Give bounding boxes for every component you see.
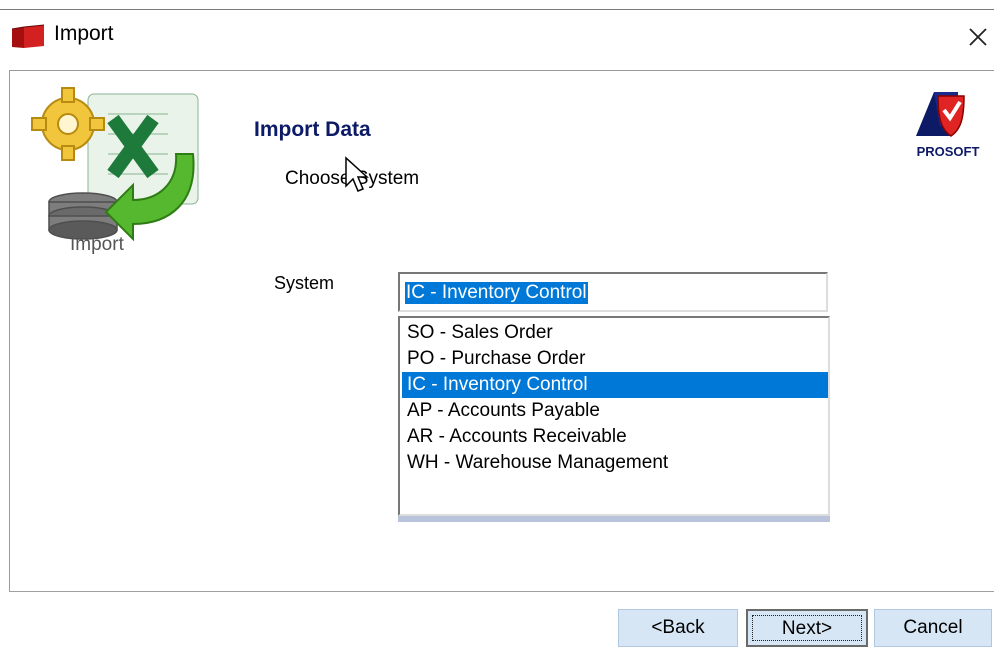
app-icon [11, 24, 45, 48]
next-button-label: Next> [781, 618, 833, 639]
import-image: Import [31, 87, 199, 254]
window-title: Import [54, 22, 114, 45]
list-item-selected[interactable]: IC - Inventory Control [402, 372, 828, 398]
divider [9, 591, 994, 592]
logo-text: PROSOFT [917, 144, 980, 159]
listbox-bottom-bar [398, 516, 830, 522]
list-item[interactable]: AR - Accounts Receivable [402, 424, 828, 450]
mouse-cursor-icon [345, 156, 369, 192]
list-item[interactable]: WH - Warehouse Management [402, 450, 828, 476]
system-combobox-value: IC - Inventory Control [405, 282, 588, 304]
close-icon[interactable] [965, 21, 991, 51]
system-label: System [274, 273, 335, 293]
page-heading: Import Data [254, 118, 371, 141]
next-button[interactable]: Next> [746, 609, 868, 647]
list-item[interactable]: PO - Purchase Order [402, 346, 828, 372]
prosoft-logo: PROSOFT [916, 92, 980, 159]
back-button[interactable]: <Back [618, 609, 738, 647]
back-button-label: <Back [651, 617, 705, 638]
system-combobox[interactable]: IC - Inventory Control [398, 272, 828, 312]
system-listbox[interactable]: SO - Sales Order PO - Purchase Order IC … [398, 316, 830, 516]
title-bar [0, 10, 994, 66]
cancel-button[interactable]: Cancel [874, 609, 992, 647]
list-item[interactable]: SO - Sales Order [402, 320, 828, 346]
import-caption: Import [70, 234, 125, 254]
cancel-button-label: Cancel [903, 617, 963, 638]
list-item[interactable]: AP - Accounts Payable [402, 398, 828, 424]
